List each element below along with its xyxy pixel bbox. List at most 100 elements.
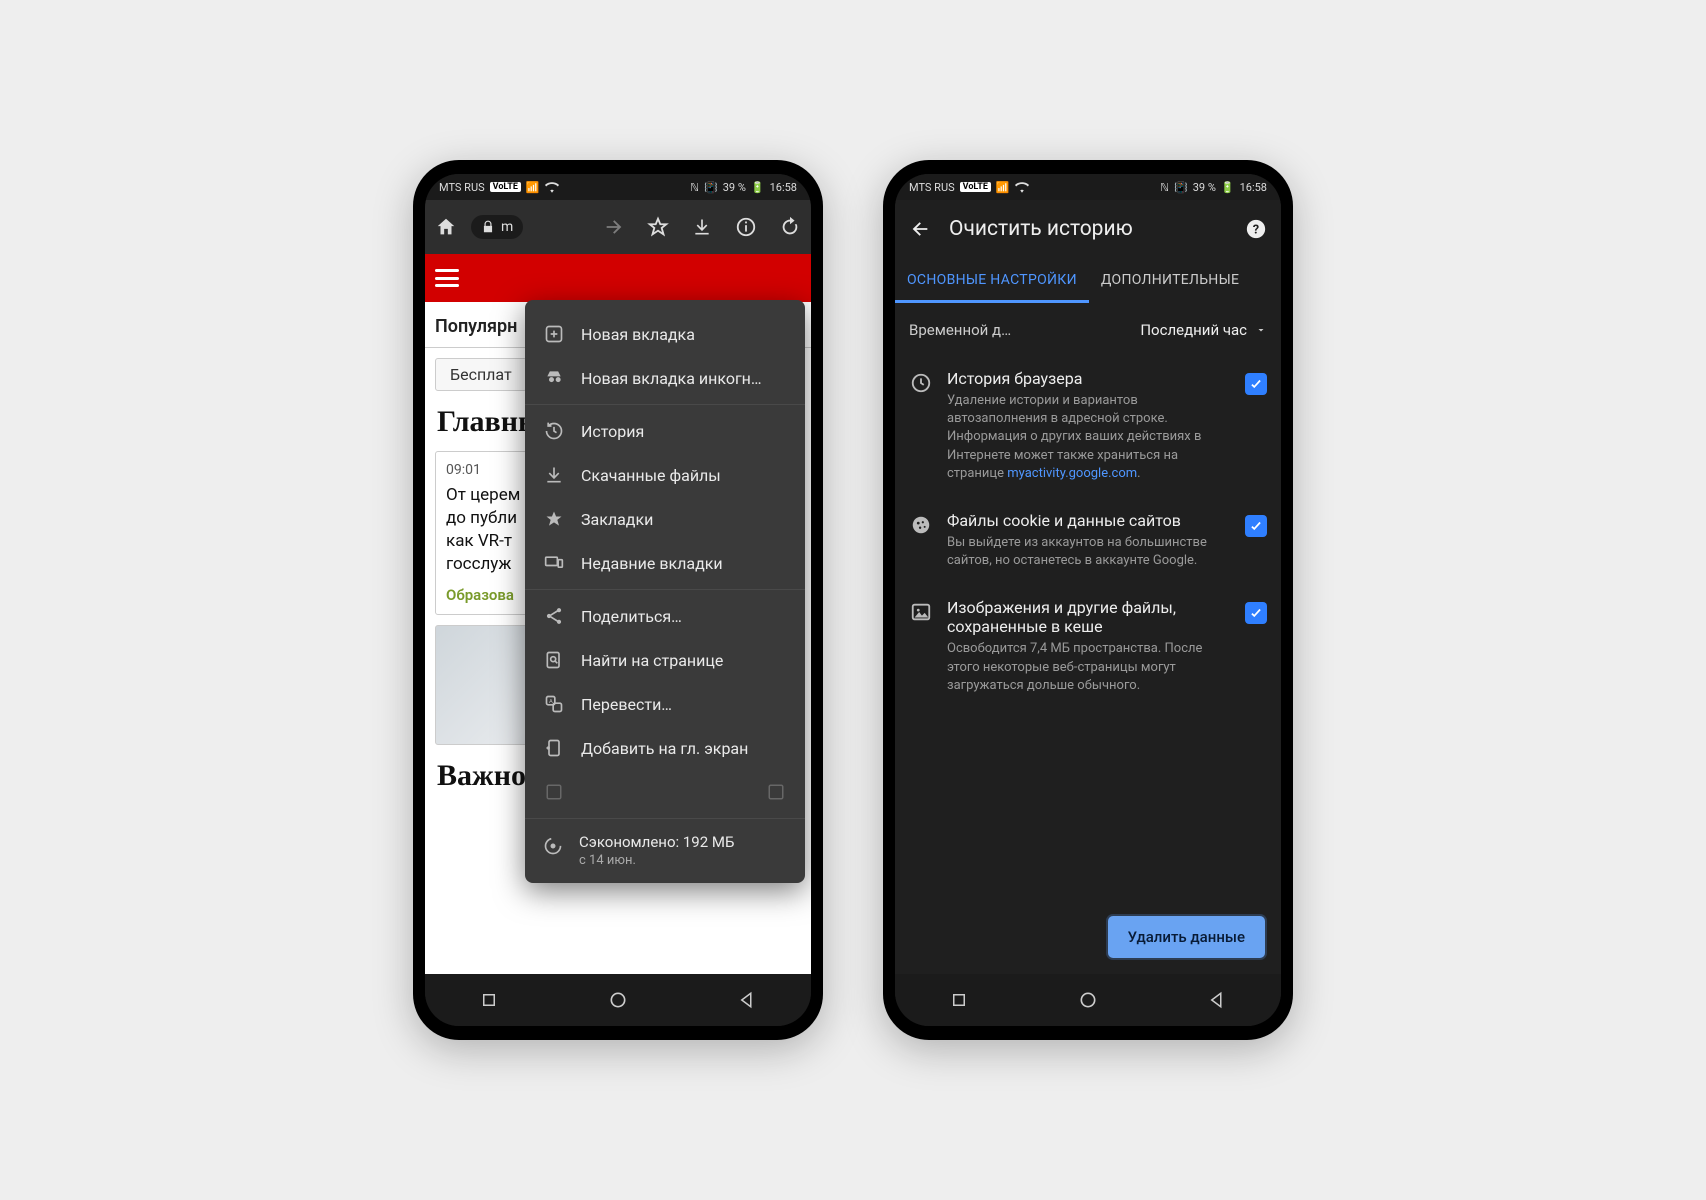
menu-label: История	[581, 422, 644, 441]
delete-data-button[interactable]: Удалить данные	[1108, 916, 1265, 958]
forward-icon[interactable]	[603, 216, 625, 238]
status-bar: MTS RUS VoLTE 📶 ℕ 📳 39 % 🔋 16:58	[895, 174, 1281, 200]
option-cookies[interactable]: Файлы cookie и данные сайтов Вы выйдете …	[895, 497, 1281, 584]
menu-label: Новая вкладка инкогн…	[581, 369, 762, 388]
tab-advanced[interactable]: ДОПОЛНИТЕЛЬНЫЕ	[1089, 258, 1251, 303]
menu-downloads[interactable]: Скачанные файлы	[525, 453, 805, 497]
battery-icon: 🔋	[751, 181, 765, 194]
tabs-row: ОСНОВНЫЕ НАСТРОЙКИ ДОПОЛНИТЕЛЬНЫЕ	[895, 258, 1281, 303]
menu-label: Добавить на гл. экран	[581, 739, 748, 758]
site-header	[425, 254, 811, 302]
filter-pill[interactable]: Бесплат	[435, 358, 527, 391]
help-icon[interactable]: ?	[1245, 218, 1267, 240]
menu-bookmarks[interactable]: Закладки	[525, 497, 805, 541]
checkbox-icon	[543, 781, 565, 803]
menu-add-home[interactable]: Добавить на гл. экран	[525, 726, 805, 770]
option-title: Файлы cookie и данные сайтов	[947, 511, 1231, 530]
menu-label: Новая вкладка	[581, 325, 695, 344]
settings-header: Очистить историю ?	[895, 200, 1281, 258]
refresh-icon[interactable]	[779, 216, 801, 238]
menu-label: Недавние вкладки	[581, 554, 723, 573]
translate-icon: A	[543, 693, 565, 715]
battery-pct: 39 %	[1193, 181, 1216, 194]
carrier-label: MTS RUS	[439, 181, 485, 194]
checkbox-checked[interactable]	[1245, 515, 1267, 537]
menu-share[interactable]: Поделиться…	[525, 594, 805, 638]
volte-badge: VoLTE	[960, 182, 991, 192]
browser-toolbar: m	[425, 200, 811, 254]
clock: 16:58	[770, 181, 797, 194]
image-icon	[909, 600, 933, 624]
checkbox-checked[interactable]	[1245, 373, 1267, 395]
checkbox-checked[interactable]	[1245, 602, 1267, 624]
history-icon	[909, 371, 933, 395]
menu-label: Найти на странице	[581, 651, 723, 670]
page-content: Популярн Бесплат Главнь 09:01 От церем д…	[425, 254, 811, 974]
cookie-icon	[909, 513, 933, 537]
info-icon[interactable]	[735, 216, 757, 238]
option-desc: Удаление истории и вариантов автозаполне…	[947, 392, 1231, 483]
find-in-page-icon	[543, 649, 565, 671]
back-arrow-icon[interactable]	[909, 218, 931, 240]
android-navbar	[425, 974, 811, 1026]
data-saver-sub: с 14 июн.	[579, 853, 734, 870]
menu-label: Закладки	[581, 510, 653, 529]
recent-apps-icon[interactable]	[478, 989, 500, 1011]
time-range-label: Временной д…	[909, 321, 1011, 339]
home-nav-icon[interactable]	[607, 989, 629, 1011]
menu-label: Скачанные файлы	[581, 466, 721, 485]
battery-pct: 39 %	[723, 181, 746, 194]
menu-translate[interactable]: A Перевести…	[525, 682, 805, 726]
back-nav-icon[interactable]	[1206, 989, 1228, 1011]
home-nav-icon[interactable]	[1077, 989, 1099, 1011]
menu-new-incognito[interactable]: Новая вкладка инкогн…	[525, 356, 805, 400]
menu-label: Перевести…	[581, 695, 672, 714]
clock: 16:58	[1240, 181, 1267, 194]
star-icon[interactable]	[647, 216, 669, 238]
phone-right: MTS RUS VoLTE 📶 ℕ 📳 39 % 🔋 16:58 Очистит…	[883, 160, 1293, 1040]
menu-history[interactable]: История	[525, 409, 805, 453]
lock-icon	[481, 220, 495, 234]
wifi-icon	[545, 182, 559, 193]
add-home-icon	[543, 737, 565, 759]
share-icon	[543, 605, 565, 627]
tab-basic[interactable]: ОСНОВНЫЕ НАСТРОЙКИ	[895, 258, 1089, 303]
menu-find[interactable]: Найти на странице	[525, 638, 805, 682]
time-range-row: Временной д… Последний час	[895, 303, 1281, 349]
recent-apps-icon[interactable]	[948, 989, 970, 1011]
devices-icon	[543, 552, 565, 574]
option-desc: Освободится 7,4 МБ пространства. После э…	[947, 640, 1231, 695]
battery-icon: 🔋	[1221, 181, 1235, 194]
volte-badge: VoLTE	[490, 182, 521, 192]
screen-right: MTS RUS VoLTE 📶 ℕ 📳 39 % 🔋 16:58 Очистит…	[895, 174, 1281, 1026]
menu-label: Поделиться…	[581, 607, 682, 626]
android-navbar	[895, 974, 1281, 1026]
option-title: История браузера	[947, 369, 1231, 388]
myactivity-link[interactable]: myactivity.google.com	[1007, 466, 1137, 481]
bookmark-star-icon	[543, 508, 565, 530]
svg-text:A: A	[549, 699, 553, 705]
signal-icon: 📶	[996, 181, 1010, 194]
option-history[interactable]: История браузера Удаление истории и вари…	[895, 355, 1281, 497]
option-title: Изображения и другие файлы, сохраненные …	[947, 598, 1231, 636]
time-range-dropdown[interactable]: Последний час	[1140, 321, 1267, 339]
back-nav-icon[interactable]	[736, 989, 758, 1011]
phone-left: MTS RUS VoLTE 📶 ℕ 📳 39 % 🔋 16:58	[413, 160, 823, 1040]
option-cache[interactable]: Изображения и другие файлы, сохраненные …	[895, 584, 1281, 709]
menu-new-tab[interactable]: Новая вкладка	[525, 312, 805, 356]
data-saver-row[interactable]: Сэкономлено: 192 МБ с 14 июн.	[525, 823, 805, 873]
option-desc: Вы выйдете из аккаунтов на большинстве с…	[947, 534, 1231, 570]
menu-cutoff-item[interactable]	[525, 770, 805, 814]
chevron-down-icon	[1255, 324, 1267, 336]
url-bar[interactable]: m	[471, 215, 523, 239]
download-icon[interactable]	[691, 216, 713, 238]
menu-label	[581, 783, 585, 802]
plus-box-icon	[543, 323, 565, 345]
home-icon[interactable]	[435, 216, 457, 238]
history-icon	[543, 420, 565, 442]
hamburger-icon[interactable]	[435, 269, 459, 287]
menu-recent-tabs[interactable]: Недавние вкладки	[525, 541, 805, 585]
page-title: Очистить историю	[949, 217, 1227, 241]
data-saver-text: Сэкономлено: 192 МБ	[579, 833, 734, 853]
screen-left: MTS RUS VoLTE 📶 ℕ 📳 39 % 🔋 16:58	[425, 174, 811, 1026]
